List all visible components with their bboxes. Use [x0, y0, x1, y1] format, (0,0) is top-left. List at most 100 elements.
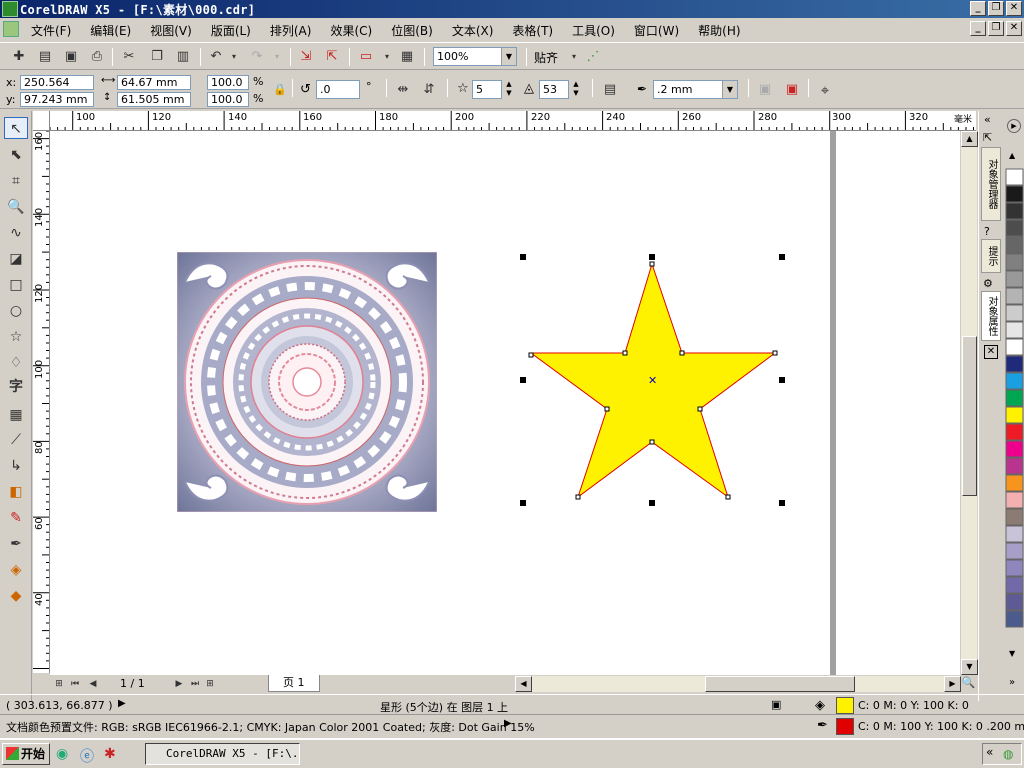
- hints-icon[interactable]: ?: [984, 225, 990, 238]
- scale-width-field[interactable]: 100.0: [207, 75, 249, 90]
- tray-expand-icon[interactable]: «: [986, 745, 993, 759]
- redo-dropdown-icon[interactable]: ▾: [268, 48, 286, 66]
- print-icon[interactable]: ⎙: [88, 48, 106, 66]
- coreldraw-task-button[interactable]: CorelDRAW X5 - [F:\...: [145, 743, 300, 765]
- menu-effects[interactable]: 效果(C): [330, 22, 372, 39]
- palette-scroll-down-icon[interactable]: ▼: [1009, 649, 1015, 658]
- doc-close-button[interactable]: ✕: [1006, 21, 1022, 36]
- zoom-navigator-icon[interactable]: 🔍: [961, 676, 976, 692]
- docker-expand-icon[interactable]: ⇱: [983, 131, 992, 144]
- minimize-button[interactable]: _: [970, 1, 986, 16]
- scroll-right-icon[interactable]: ▶: [944, 676, 961, 692]
- palette-swatch[interactable]: [1005, 457, 1024, 475]
- palette-swatch[interactable]: [1005, 236, 1024, 254]
- open-folder-icon[interactable]: ▤: [36, 48, 54, 66]
- fill-tool-icon[interactable]: ◈: [4, 559, 28, 581]
- properties-icon[interactable]: ⚙: [983, 277, 993, 290]
- basic-shapes-tool-icon[interactable]: ♢: [4, 352, 28, 374]
- smart-fill-tool-icon[interactable]: ◪: [4, 248, 28, 270]
- points-spinner-icon[interactable]: ▲ ▼: [503, 80, 515, 99]
- coreldraw-app-icon[interactable]: [2, 1, 18, 17]
- palette-swatch[interactable]: [1005, 202, 1024, 220]
- restore-button[interactable]: ❐: [988, 1, 1004, 16]
- palette-swatch[interactable]: [1005, 287, 1024, 305]
- collapse-docker-icon[interactable]: «: [984, 113, 991, 126]
- interactive-fill-tool-icon[interactable]: ◆: [4, 585, 28, 607]
- drawing-canvas[interactable]: ✕: [50, 131, 960, 675]
- dynamic-guides-icon[interactable]: ⋰: [584, 48, 602, 66]
- chrome-browser-icon[interactable]: ◉: [56, 746, 68, 762]
- doc-minimize-button[interactable]: _: [970, 21, 986, 36]
- rotation-angle-field[interactable]: .0: [316, 80, 360, 99]
- convert-to-curves-icon[interactable]: ⌖: [816, 81, 834, 99]
- menu-edit[interactable]: 编辑(E): [90, 22, 131, 39]
- ie-browser-icon[interactable]: ⓔ: [80, 746, 94, 766]
- horizontal-scrollbar[interactable]: ◀ ▶: [515, 676, 961, 692]
- menu-tools[interactable]: 工具(O): [572, 22, 615, 39]
- pick-tool-icon[interactable]: ↖: [4, 117, 28, 139]
- launcher-dropdown-icon[interactable]: ▾: [378, 48, 396, 66]
- palette-swatch[interactable]: [1005, 508, 1024, 526]
- palette-swatch[interactable]: [1005, 372, 1024, 390]
- copy-icon[interactable]: ❐: [148, 48, 166, 66]
- zoom-tool-icon[interactable]: 🔍: [4, 196, 28, 218]
- dimension-tool-icon[interactable]: ⟋: [4, 429, 28, 451]
- first-page-icon[interactable]: ⏮: [68, 677, 82, 691]
- y-position-field[interactable]: 97.243 mm: [20, 92, 94, 107]
- eyedropper-tool-icon[interactable]: ✎: [4, 507, 28, 529]
- palette-swatch[interactable]: [1005, 406, 1024, 424]
- connector-tool-icon[interactable]: ↳: [4, 455, 28, 477]
- selection-handles[interactable]: [517, 252, 789, 508]
- palette-swatch[interactable]: [1005, 321, 1024, 339]
- palette-swatch[interactable]: [1005, 304, 1024, 322]
- save-icon[interactable]: ▣: [62, 48, 80, 66]
- x-position-field[interactable]: 250.564 mm: [20, 75, 94, 102]
- palette-swatch[interactable]: [1005, 389, 1024, 407]
- palette-swatch[interactable]: [1005, 355, 1024, 373]
- star-sharpness-field[interactable]: 53: [539, 80, 569, 99]
- star-points-field[interactable]: 5: [472, 80, 502, 99]
- to-front-icon[interactable]: ▣: [756, 81, 774, 99]
- palette-swatch[interactable]: [1005, 219, 1024, 237]
- add-page-before-icon[interactable]: ⊞: [52, 677, 66, 691]
- quick-launch-icon[interactable]: ✱: [104, 746, 116, 762]
- start-button[interactable]: 开始: [2, 743, 50, 765]
- zoom-level-combo[interactable]: 100% ▼: [433, 47, 517, 66]
- height-field[interactable]: 61.505 mm: [117, 92, 191, 107]
- menu-table[interactable]: 表格(T): [512, 22, 553, 39]
- profile-expand-icon[interactable]: ▶: [504, 718, 512, 729]
- palette-swatch[interactable]: [1005, 559, 1024, 577]
- last-page-icon[interactable]: ⏭: [188, 677, 202, 691]
- menu-text[interactable]: 文本(X): [452, 22, 494, 39]
- snap-dropdown-icon[interactable]: ▾: [565, 48, 583, 66]
- blend-tool-icon[interactable]: ◧: [4, 481, 28, 503]
- palette-swatch[interactable]: [1005, 423, 1024, 441]
- cut-icon[interactable]: ✂: [120, 48, 138, 66]
- object-manager-tab[interactable]: 对象管理器: [981, 147, 1001, 221]
- freehand-tool-icon[interactable]: ∿: [4, 222, 28, 244]
- text-wrap-icon[interactable]: ▤: [601, 81, 619, 99]
- close-button[interactable]: ✕: [1006, 1, 1022, 16]
- scroll-up-icon[interactable]: ▲: [961, 131, 978, 147]
- menu-layout[interactable]: 版面(L): [211, 22, 251, 39]
- palette-menu-icon[interactable]: »: [1009, 677, 1015, 688]
- outline-pen-tool-icon[interactable]: ✒: [4, 533, 28, 555]
- scroll-down-icon[interactable]: ▼: [961, 659, 978, 675]
- scroll-left-icon[interactable]: ◀: [515, 676, 532, 692]
- menu-help[interactable]: 帮助(H): [698, 22, 740, 39]
- crop-tool-icon[interactable]: ⌗: [4, 170, 28, 192]
- doc-restore-button[interactable]: ❐: [988, 21, 1004, 36]
- table-tool-icon[interactable]: ▦: [4, 404, 28, 426]
- palette-swatch[interactable]: [1005, 440, 1024, 458]
- snapshot-icon[interactable]: ▣: [771, 698, 781, 711]
- ellipse-tool-icon[interactable]: ○: [4, 300, 28, 322]
- next-page-icon[interactable]: ▶: [172, 677, 186, 691]
- menu-file[interactable]: 文件(F): [31, 22, 71, 39]
- page-tab[interactable]: 页 1: [268, 675, 320, 692]
- import-icon[interactable]: ⇲: [297, 48, 315, 66]
- palette-swatch[interactable]: [1005, 576, 1024, 594]
- palette-swatch[interactable]: [1005, 593, 1024, 611]
- palette-swatch[interactable]: [1005, 542, 1024, 560]
- sharpness-spinner-icon[interactable]: ▲ ▼: [570, 80, 582, 99]
- chevron-down-icon[interactable]: ▼: [722, 81, 737, 98]
